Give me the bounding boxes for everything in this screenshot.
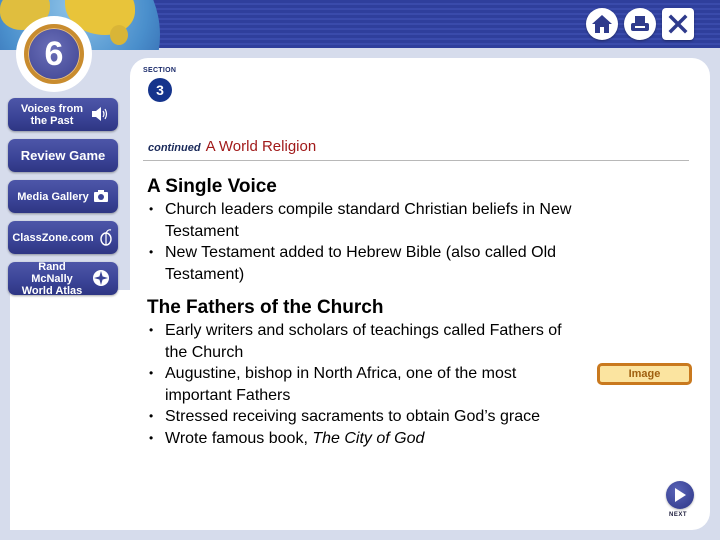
next-button[interactable] <box>666 481 694 509</box>
sidebar: Voices from the Past Review Game Media G… <box>8 98 120 303</box>
sidebar-item-label: ClassZone.com <box>12 231 94 244</box>
sidebar-item-world-atlas[interactable]: Rand McNally World Atlas <box>8 260 118 297</box>
slide-content: A Single Voice Church leaders compile st… <box>147 176 577 461</box>
sidebar-item-media-gallery[interactable]: Media Gallery <box>8 180 118 213</box>
sidebar-item-review-game[interactable]: Review Game <box>8 139 118 172</box>
next-label: NEXT <box>669 512 688 518</box>
topic-title: A World Religion <box>205 138 317 155</box>
sidebar-item-classzone[interactable]: ClassZone.com <box>8 221 118 254</box>
chapter-number-badge: 6 <box>24 24 84 84</box>
heading-a-single-voice: A Single Voice <box>147 176 277 197</box>
home-button[interactable] <box>586 8 618 40</box>
sidebar-item-label: Voices from the Past <box>20 102 84 127</box>
chapter-badge-ring: 6 <box>16 16 92 92</box>
bullet-item: Church leaders compile standard Christia… <box>147 199 577 242</box>
content-panel-extension <box>10 290 140 530</box>
speaker-icon <box>91 106 109 123</box>
bullet-item: Augustine, bishop in North Africa, one o… <box>147 363 577 406</box>
bullet-item: Stressed receiving sacraments to obtain … <box>147 406 577 428</box>
image-button[interactable]: Image <box>597 363 692 385</box>
atlas-icon <box>92 269 110 288</box>
play-arrow-icon <box>675 488 686 502</box>
bullet-item: Wrote famous book, The City of God <box>147 428 577 450</box>
close-icon <box>668 14 688 34</box>
bullet-list: Church leaders compile standard Christia… <box>147 199 577 285</box>
heading-fathers-of-the-church: The Fathers of the Church <box>147 297 384 318</box>
bullet-item: New Testament added to Hebrew Bible (als… <box>147 242 577 285</box>
sidebar-item-label: Review Game <box>20 147 106 163</box>
camera-icon <box>93 189 109 204</box>
header-divider <box>143 160 689 161</box>
close-button[interactable] <box>662 8 694 40</box>
home-icon <box>592 15 612 33</box>
bullet-item: Early writers and scholars of teachings … <box>147 320 577 363</box>
sidebar-item-voices-from-the-past[interactable]: Voices from the Past <box>8 98 118 131</box>
globe-landmass <box>110 25 128 45</box>
bullet-list: Early writers and scholars of teachings … <box>147 320 577 449</box>
section-number-badge: 3 <box>148 78 172 102</box>
print-icon <box>631 16 649 31</box>
book-title: The City of God <box>312 429 425 447</box>
top-controls <box>586 8 694 40</box>
globe-mouse-icon <box>98 228 114 247</box>
section-label: SECTION <box>143 67 177 74</box>
continued-label: continued <box>148 142 201 154</box>
sidebar-item-label: Media Gallery <box>17 190 89 203</box>
bullet-text: Wrote famous book, <box>165 429 313 447</box>
slide: 6 Voices from the Past Review Game Media… <box>0 0 720 540</box>
topic-header: continued A World Religion <box>148 138 316 155</box>
print-button[interactable] <box>624 8 656 40</box>
sidebar-item-label: Rand McNally World Atlas <box>21 260 83 297</box>
